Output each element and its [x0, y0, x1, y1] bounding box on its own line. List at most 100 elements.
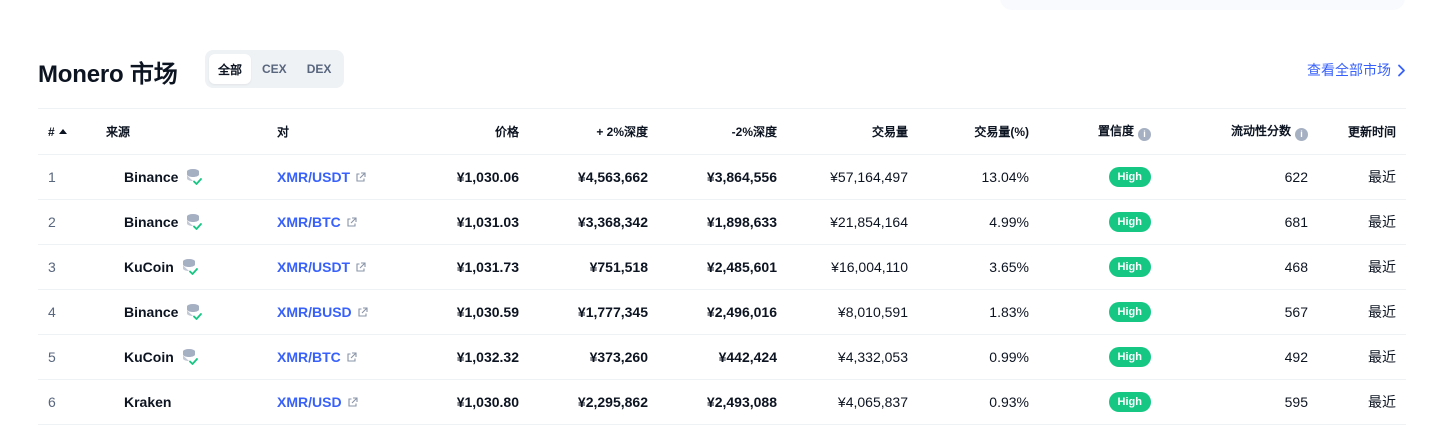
confidence-cell: High [1039, 245, 1161, 290]
col-volume-pct[interactable]: 交易量(%) [918, 109, 1039, 155]
confidence-cell: High [1039, 155, 1161, 200]
volume-pct-cell: 3.65% [989, 259, 1029, 275]
confidence-badge: High [1108, 167, 1151, 187]
external-link-icon[interactable] [346, 216, 357, 228]
exchange-name[interactable]: Kraken [124, 394, 171, 410]
page-title: Monero 市场 [38, 61, 178, 88]
table-row[interactable]: 6 Kraken XMR/USD ¥1,030.80 ¥2,295,862 ¥2,493,… [38, 380, 1406, 425]
rank-cell: 5 [48, 349, 56, 365]
col-rank[interactable]: # [38, 109, 96, 155]
col-volume[interactable]: 交易量 [787, 109, 918, 155]
chevron-right-icon [1398, 64, 1405, 76]
exchange-name[interactable]: Binance [124, 304, 178, 320]
price-cell: ¥1,030.06 [456, 169, 519, 185]
tab-all[interactable]: 全部 [209, 54, 252, 84]
pair-cell: XMR/BTC [267, 200, 419, 245]
external-link-icon[interactable] [357, 306, 368, 318]
external-link-icon[interactable] [346, 351, 357, 363]
source-cell: Binance [96, 155, 267, 200]
confidence-badge: High [1108, 392, 1151, 412]
view-all-label: 查看全部市场 [1307, 62, 1391, 78]
liquidity-cell: 468 [1284, 259, 1308, 275]
info-icon[interactable]: i [1138, 127, 1151, 141]
confidence-cell: High [1039, 200, 1161, 245]
exchange-name[interactable]: KuCoin [124, 259, 174, 275]
info-icon[interactable]: i [1295, 127, 1308, 141]
depth-minus-cell: ¥3,864,556 [706, 169, 777, 185]
pair-link[interactable]: XMR/USDT [277, 259, 366, 275]
rank-cell: 1 [48, 169, 56, 185]
external-link-icon[interactable] [347, 396, 358, 408]
updated-cell: 最近 [1368, 349, 1396, 365]
depth-minus-cell: ¥1,898,633 [706, 214, 777, 230]
pair-link[interactable]: XMR/BTC [277, 349, 357, 365]
volume-cell: ¥21,854,164 [830, 214, 908, 230]
updated-cell: 最近 [1368, 169, 1396, 185]
col-depth-minus[interactable]: -2%深度 [658, 109, 787, 155]
markets-header: Monero 市场 全部 CEX DEX 查看全部市场 [38, 50, 1406, 88]
confidence-cell: High [1039, 380, 1161, 425]
external-link-icon[interactable] [355, 171, 366, 183]
exchange-name[interactable]: KuCoin [124, 349, 174, 365]
confidence-badge: High [1108, 347, 1151, 367]
volume-pct-cell: 0.99% [989, 349, 1029, 365]
source-cell: KuCoin [96, 335, 267, 380]
verified-stack-icon [182, 349, 198, 365]
source-cell: Binance [96, 200, 267, 245]
volume-pct-cell: 0.93% [989, 394, 1029, 410]
pair-link[interactable]: XMR/BTC [277, 214, 357, 230]
table-row[interactable]: 2 Binance XMR/BTC ¥1,031.03 ¥3,368,342 ¥1,898… [38, 200, 1406, 245]
price-cell: ¥1,031.73 [456, 259, 519, 275]
updated-cell: 最近 [1368, 394, 1396, 410]
rank-cell: 2 [48, 214, 56, 230]
table-row[interactable]: 4 Binance XMR/BUSD ¥1,030.59 ¥1,777,345 ¥2,49… [38, 290, 1406, 335]
liquidity-cell: 681 [1284, 214, 1308, 230]
verified-stack-icon [182, 259, 198, 275]
tab-cex[interactable]: CEX [253, 54, 296, 84]
verified-stack-icon [187, 214, 203, 230]
pair-cell: XMR/BTC [267, 335, 419, 380]
col-updated[interactable]: 更新时间 [1318, 109, 1406, 155]
view-all-markets-link[interactable]: 查看全部市场 [1307, 60, 1406, 80]
col-pair[interactable]: 对 [267, 109, 419, 155]
liquidity-cell: 492 [1284, 349, 1308, 365]
price-cell: ¥1,030.59 [456, 304, 519, 320]
volume-pct-cell: 13.04% [981, 169, 1029, 185]
pair-cell: XMR/USDT [267, 245, 419, 290]
table-row[interactable]: 1 Binance XMR/USDT ¥1,030.06 ¥4,563,662 ¥3,86… [38, 155, 1406, 200]
price-cell: ¥1,032.32 [456, 349, 519, 365]
tab-dex[interactable]: DEX [298, 54, 341, 84]
volume-pct-cell: 1.83% [989, 304, 1029, 320]
table-row[interactable]: 3 KuCoin XMR/USDT ¥1,031.73 ¥751,518 ¥2,485,6… [38, 245, 1406, 290]
exchange-name[interactable]: Binance [124, 169, 178, 185]
col-source[interactable]: 来源 [96, 109, 267, 155]
market-type-tabs: 全部 CEX DEX [205, 50, 345, 88]
col-price[interactable]: 价格 [419, 109, 529, 155]
liquidity-cell: 595 [1284, 394, 1308, 410]
pair-link[interactable]: XMR/BUSD [277, 304, 368, 320]
depth-minus-cell: ¥2,493,088 [706, 394, 777, 410]
pair-cell: XMR/USD [267, 380, 419, 425]
price-cell: ¥1,031.03 [456, 214, 519, 230]
confidence-badge: High [1108, 212, 1151, 232]
volume-cell: ¥4,065,837 [837, 394, 908, 410]
depth-plus-cell: ¥2,295,862 [577, 394, 648, 410]
table-row[interactable]: 5 KuCoin XMR/BTC ¥1,032.32 ¥373,260 ¥442,424 ¥… [38, 335, 1406, 380]
exchange-name[interactable]: Binance [124, 214, 178, 230]
depth-plus-cell: ¥751,518 [589, 259, 648, 275]
verified-stack-icon [187, 169, 203, 185]
volume-cell: ¥57,164,497 [830, 169, 908, 185]
external-link-icon[interactable] [355, 261, 366, 273]
col-liquidity[interactable]: 流动性分数 i [1161, 109, 1318, 155]
pair-link[interactable]: XMR/USDT [277, 169, 366, 185]
confidence-badge: High [1108, 302, 1151, 322]
volume-cell: ¥16,004,110 [831, 259, 908, 275]
depth-minus-cell: ¥442,424 [718, 349, 777, 365]
source-cell: Binance [96, 290, 267, 335]
pair-link[interactable]: XMR/USD [277, 394, 358, 410]
col-confidence[interactable]: 置信度 i [1039, 109, 1161, 155]
col-depth-plus[interactable]: + 2%深度 [529, 109, 658, 155]
liquidity-cell: 567 [1284, 304, 1308, 320]
pair-cell: XMR/USDT [267, 155, 419, 200]
depth-plus-cell: ¥4,563,662 [577, 169, 648, 185]
